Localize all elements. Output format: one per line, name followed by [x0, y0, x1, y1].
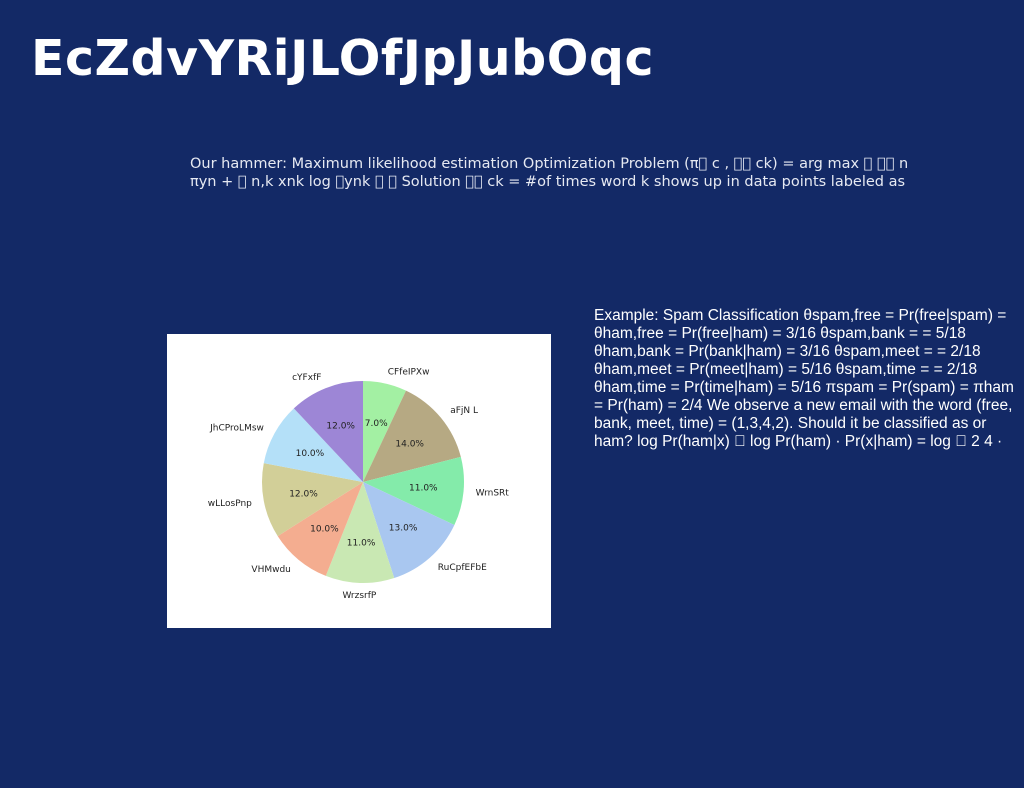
pie-percent-label-4: 11.0%: [347, 539, 376, 549]
pie-category-label-1: aFjN L: [450, 406, 478, 416]
pie-percent-label-8: 12.0%: [326, 422, 355, 432]
pie-percent-label-7: 10.0%: [296, 449, 325, 459]
pie-category-label-8: cYFxfF: [292, 373, 321, 383]
pie-percent-label-2: 11.0%: [409, 484, 438, 494]
pie-percent-label-3: 13.0%: [389, 524, 418, 534]
pie-percent-label-5: 10.0%: [310, 525, 339, 535]
pie-chart-panel: 7.0% CFfeIPXw 14.0% aFjN L 11.0% WrnSRt 13.0% R…: [167, 334, 551, 628]
pie-slices: [261, 381, 465, 584]
pie-category-label-0: CFfeIPXw: [388, 368, 430, 378]
pie-chart: 7.0% CFfeIPXw 14.0% aFjN L 11.0% WrnSRt 13.0% R…: [208, 368, 510, 601]
pie-category-label-3: RuCpfEFbE: [438, 563, 487, 573]
pie-category-label-7: JhCProLMsw: [209, 424, 264, 434]
pie-category-label-2: WrnSRt: [476, 489, 510, 499]
pie-percent-label-1: 14.0%: [395, 439, 424, 449]
example-text: Example: Spam Classification θspam,free …: [594, 307, 1014, 450]
body-text: Our hammer: Maximum likelihood estimatio…: [190, 156, 909, 190]
pie-category-label-4: WrzsrfP: [342, 591, 376, 601]
pie-percent-label-6: 12.0%: [289, 489, 318, 499]
slide-title: EcZdvYRiJLOfJpJubOqc: [31, 30, 655, 87]
pie-category-label-5: VHMwdu: [251, 565, 290, 575]
pie-percent-label-0: 7.0%: [365, 419, 388, 429]
pie-category-label-6: wLLosPnp: [208, 499, 252, 509]
